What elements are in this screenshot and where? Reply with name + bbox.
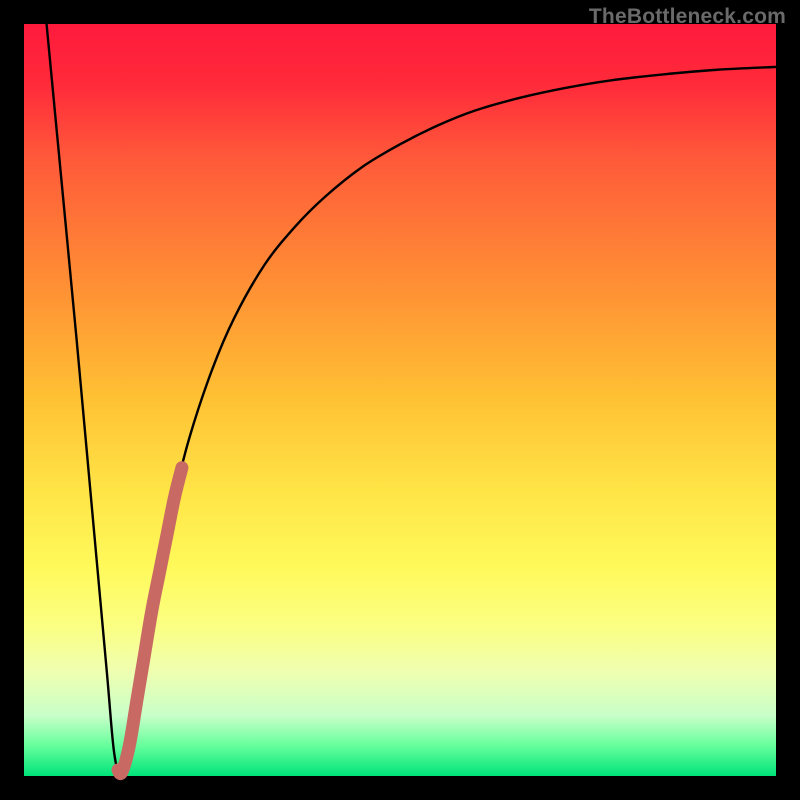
chart-frame: TheBottleneck.com [0,0,800,800]
bottleneck-curve [47,24,776,776]
recommended-range-highlight [118,468,182,774]
chart-svg-overlay [0,0,800,800]
